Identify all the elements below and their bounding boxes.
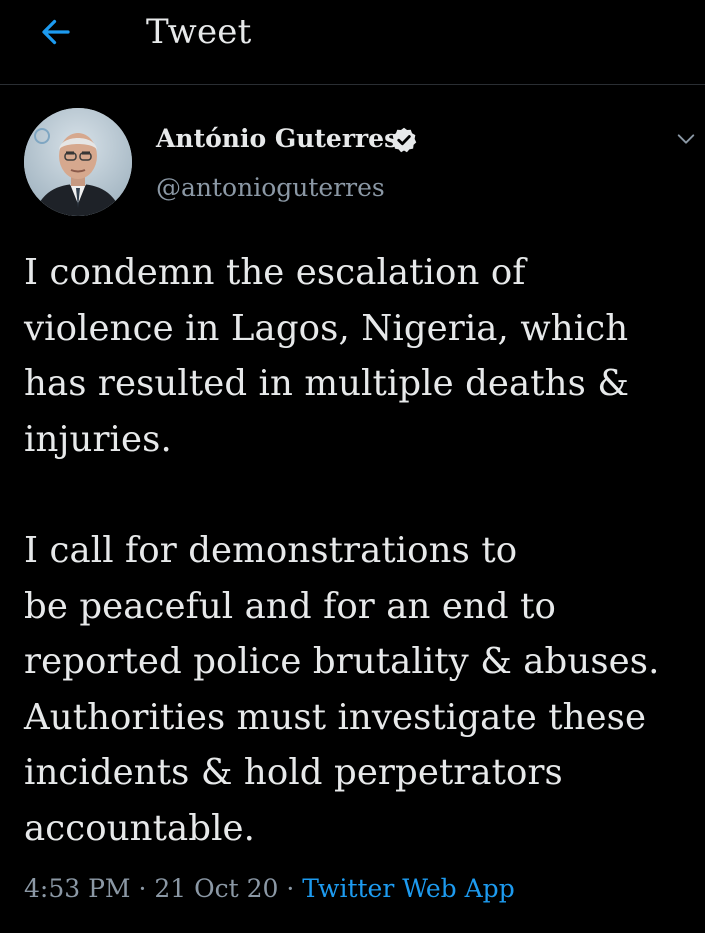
tweet-date[interactable]: 21 Oct 20 — [154, 874, 278, 903]
avatar-photo — [24, 108, 132, 216]
avatar[interactable] — [24, 108, 132, 216]
chevron-down-icon — [677, 134, 695, 144]
tweet-text-line: violence in Lagos, Nigeria, which — [24, 307, 629, 349]
paragraph-break — [24, 467, 704, 523]
back-button[interactable] — [36, 12, 76, 52]
source-app-link[interactable]: Twitter Web App — [302, 874, 514, 903]
meta-separator: · — [278, 874, 303, 903]
tweet-text-line: I condemn the escalation of — [24, 252, 526, 293]
tweet-text-line: accountable. — [24, 807, 256, 849]
tweet-metadata: 4:53 PM · 21 Oct 20 · Twitter Web App — [24, 872, 515, 906]
top-bar: Tweet — [0, 0, 705, 85]
meta-separator: · — [130, 874, 155, 903]
page-title: Tweet — [146, 12, 252, 52]
tweet-text-line: has resulted in multiple deaths & — [24, 363, 630, 405]
tweet-text-line: incidents & hold perpetrators — [24, 752, 563, 794]
tweet-text-line: I call for demonstrations to — [24, 529, 518, 571]
author-name[interactable]: António Guterres — [156, 123, 398, 155]
tweet-text-line: Authorities must investigate these — [24, 696, 647, 738]
author-handle[interactable]: @antonioguterres — [156, 172, 385, 204]
tweet-text-line: injuries. — [24, 418, 172, 460]
tweet-text-line: be peaceful and for an end to — [24, 585, 556, 627]
tweet-time[interactable]: 4:53 PM — [24, 874, 131, 903]
arrow-left-icon — [42, 19, 70, 45]
tweet-text: I condemn the escalation of violence in … — [24, 245, 704, 857]
tweet-text-line: reported police brutality & abuses. — [24, 641, 660, 683]
more-options-button[interactable] — [672, 125, 700, 153]
verified-badge-icon — [391, 127, 417, 153]
